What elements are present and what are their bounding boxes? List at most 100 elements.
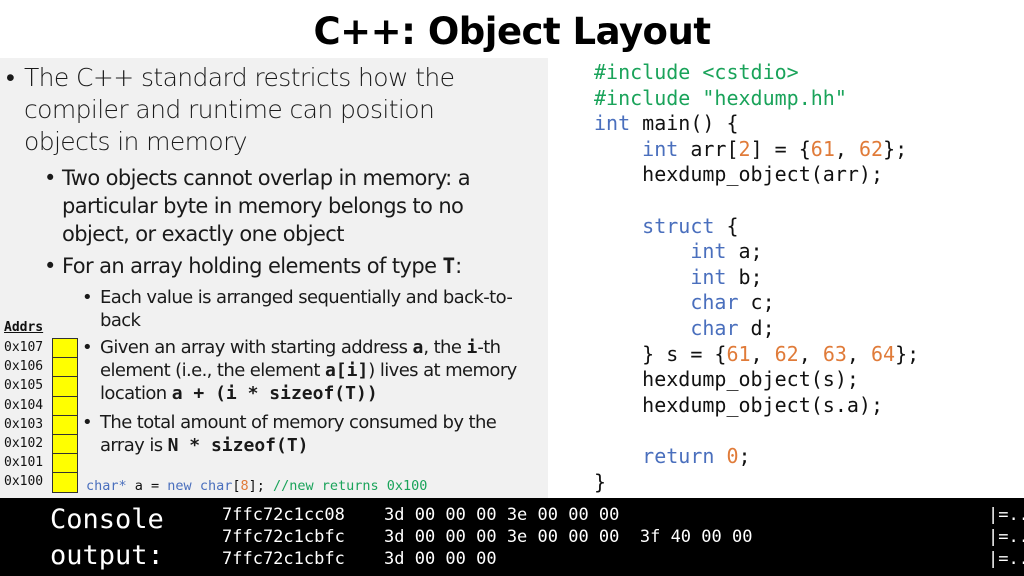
memory-byte-cell [53,434,77,455]
console-bytes: 3d 00 00 00 3e 00 00 00 3f 40 00 00 [384,527,753,547]
bullet-subsub-total-text: The total amount of memory consumed by t… [82,411,542,457]
code-line: #include <cstdio> [594,60,919,86]
code-token: d; [738,315,775,340]
console-bytes: 3d 00 00 00 [384,549,497,569]
address-column: 0x107 0x106 0x105 0x104 0x103 0x102 0x101 0x100 [4,338,43,492]
code-token: 2 [738,136,751,161]
code-token: char [199,478,233,494]
code-token: , [750,341,775,366]
code-token: , [798,341,823,366]
code-listing: #include <cstdio> #include "hexdump.hh" in… [594,60,919,495]
code-token: 62 [774,341,799,366]
code-token: ]; [248,478,273,494]
code-token: int [642,136,679,161]
console-ascii: |=...| [988,549,1024,569]
allocation-code: char* a = new char[8]; //new returns 0x1… [86,478,427,494]
bullet-dot: • [82,337,93,358]
console-label-line: Console [50,504,164,535]
bullet-main: • The C++ standard restricts how the com… [6,62,486,158]
code-token: a = [126,478,168,494]
code-token: #include "hexdump.hh" [594,85,847,110]
bullet-subsub-sequential: • Each value is arranged sequentially an… [82,286,542,332]
code-line: } [594,470,919,496]
bullet-subsub-address-text: Given an array with starting address a, … [82,336,544,405]
code-token: } [594,469,607,494]
code-token: }; [883,136,908,161]
code-token: hexdump_object(s.a); [594,392,883,417]
console-address: 7ffc72c1cbfc [222,527,345,547]
memory-byte-cell [53,415,77,435]
code-token: { [714,213,739,238]
code-token: c; [738,290,775,315]
bullet-sub-overlap: • Two objects cannot overlap in memory: … [44,164,524,248]
bullet-sub-array-text: For an array holding elements of type T: [44,252,534,280]
code-token: hexdump_object(arr); [594,162,883,187]
code-token: , [834,136,859,161]
code-span: N * sizeof(T) [167,435,309,456]
bullet-sub-overlap-text: Two objects cannot overlap in memory: a … [62,166,471,246]
code-token: main() { [630,111,739,136]
code-token: 61 [810,136,835,161]
code-token: 64 [871,341,896,366]
memory-address: 0x101 [4,455,44,471]
code-token: int [690,264,727,289]
code-line: char d; [594,316,919,342]
memory-address: 0x107 [4,340,44,355]
code-token: ; [738,443,751,468]
code-line: hexdump_object(arr); [594,162,919,188]
bullet-main-text: The C++ standard restricts how the compi… [24,63,455,156]
code-token: 8 [240,478,249,494]
code-line: int b; [594,265,919,291]
bullet-subsub-total: • The total amount of memory consumed by… [82,411,542,457]
memory-byte-cell [53,377,77,397]
console-bytes: 3d 00 00 00 3e 00 00 00 [384,505,620,525]
bullet-dot: • [82,287,93,308]
memory-address: 0x105 [4,378,44,394]
console-line: 7ffc72c1cbfc 3d 00 00 00 |=...| [222,548,1024,570]
memory-byte-cell [53,396,77,416]
code-token: arr[ [678,136,739,161]
memory-address: 0x103 [4,416,44,432]
code-line: struct { [594,214,919,240]
code-token: } s = { [594,341,727,366]
code-line: int main() { [594,111,919,137]
console-ascii: |=...>...?@..| [988,527,1024,547]
code-token: b; [726,264,763,289]
bullet-dot: • [44,166,56,190]
console-label-line: output: [50,540,164,571]
memory-address: 0x100 [4,474,44,490]
bullet-sub-array: • For an array holding elements of type … [44,252,534,280]
bullet-subsub-sequential-text: Each value is arranged sequentially and … [100,287,513,331]
console-lines: 7ffc72c1cc08 3d 00 00 00 3e 00 00 00 |=...… [222,504,1024,570]
code-token: struct [642,213,715,238]
code-token: int [594,111,631,136]
code-line: int a; [594,239,919,265]
code-line: return 0; [594,444,919,470]
code-span: i [466,337,478,358]
console-line: 7ffc72c1cc08 3d 00 00 00 3e 00 00 00 |=...… [222,504,1024,526]
code-token: 63 [822,341,847,366]
memory-byte-cell [53,454,77,474]
code-line: hexdump_object(s); [594,367,919,393]
code-line: } s = {61, 62, 63, 64}; [594,342,919,368]
code-span: a [412,337,424,358]
code-token: hexdump_object(s); [594,367,859,392]
code-comment: //new returns 0x100 [273,478,428,494]
memory-address: 0x106 [4,359,44,375]
code-line: #include "hexdump.hh" [594,86,919,112]
code-span: T [442,254,456,278]
code-line: char c; [594,290,919,316]
bullet-dot: • [44,254,56,278]
memory-address: 0x102 [4,435,44,451]
code-line: int arr[2] = {61, 62}; [594,137,919,163]
console-output-bar: Console output: 7ffc72c1cc08 3d 00 00 00 … [0,498,1024,576]
code-token: , [846,341,872,366]
code-span: a[i] [324,360,369,381]
code-token: char [690,315,739,340]
